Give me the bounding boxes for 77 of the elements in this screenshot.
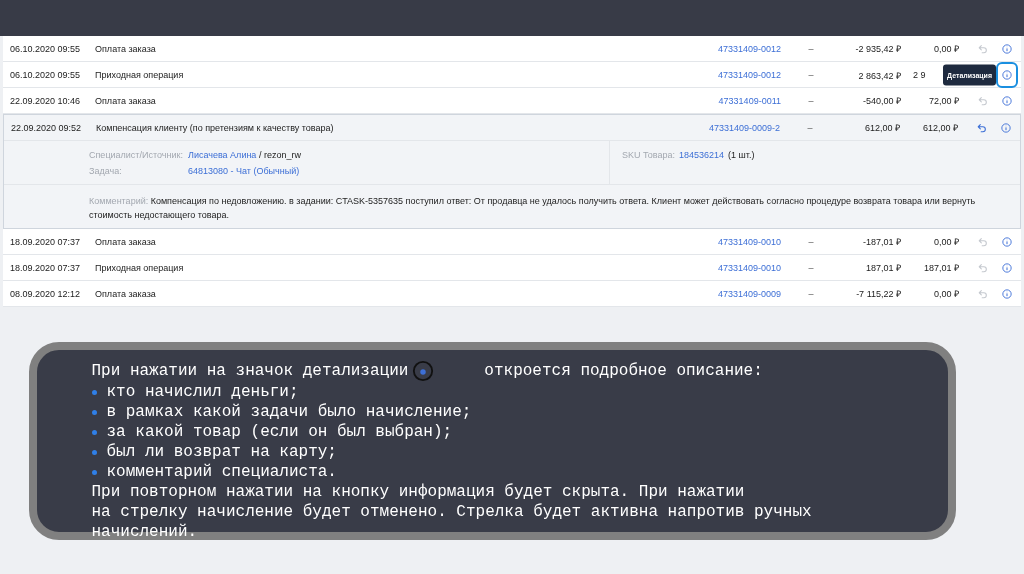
date-cell-text: 06.10.2020 09:55 — [10, 70, 82, 80]
undo-arrow-icon[interactable] — [978, 262, 988, 273]
operation-cell-text: Компенсация клиенту (по претензиям к качеству товара) — [96, 122, 335, 133]
bullet-icon — [91, 389, 97, 395]
field-label: Специалист/Источник: — [89, 149, 184, 160]
undo-arrow-icon[interactable] — [978, 95, 988, 106]
dash-cell-text: – — [806, 122, 814, 133]
bullet-icon — [91, 429, 97, 435]
info-icon — [1001, 122, 1011, 133]
undo-arrow-icon[interactable] — [977, 122, 987, 133]
amount-cell-text: -7 115,22 ₽ — [855, 288, 902, 300]
order-link[interactable]: 47331409-0010 — [661, 262, 791, 273]
dash-cell-text: – — [807, 43, 815, 54]
info-icon — [1002, 95, 1012, 106]
bullet-text: кто начислил деньги; — [106, 382, 299, 402]
dash-cell-text: – — [807, 262, 815, 273]
dash-cell-text: – — [807, 288, 815, 299]
date-cell-text: 18.09.2020 07:37 — [10, 236, 82, 247]
bullet-text: комментарий специалиста. — [106, 462, 337, 482]
operation-cell-text: Оплата заказа — [95, 236, 157, 247]
undo-arrow-icon[interactable] — [978, 43, 988, 54]
operation-cell-text: Оплата заказа — [95, 288, 157, 299]
bullet-text: был ли возврат на карту; — [106, 442, 337, 462]
balance-cell-text: 0,00 ₽ — [932, 236, 960, 248]
note-text: откроется подробное описание: — [484, 361, 763, 381]
info-icon — [1002, 288, 1012, 299]
balance-cell-text: 72,00 ₽ — [927, 95, 960, 107]
info-icon — [1002, 236, 1012, 247]
amount-cell-text: -540,00 ₽ — [861, 95, 902, 107]
sku-link[interactable]: 184536214 — [679, 150, 725, 160]
dash-cell-text: – — [807, 236, 815, 247]
dash-cell-text: – — [807, 70, 815, 80]
operation-cell-text: Оплата заказа — [95, 43, 157, 54]
bullet-text: за какой товар (если он был выбран); — [106, 422, 453, 442]
field-value: Лисачева Алина / rezon_rw — [188, 149, 302, 160]
date-cell-text: 06.10.2020 09:55 — [10, 43, 82, 54]
order-link[interactable]: 47331409-0012 — [661, 43, 791, 54]
operation-cell-text: Оплата заказа — [95, 95, 157, 106]
order-link[interactable]: 47331409-0012 — [661, 70, 791, 80]
amount-cell-text: 2 863,42 ₽ — [857, 69, 902, 82]
bullet-icon — [91, 449, 97, 455]
amount-cell-text: 187,01 ₽ — [864, 262, 902, 274]
order-link[interactable]: 47331409-0009-2 — [660, 122, 790, 133]
bullet-icon — [91, 409, 97, 415]
task-link[interactable]: 64813080 - Чат (Обычный) — [188, 165, 609, 176]
amount-cell-text: -2 935,42 ₽ — [854, 43, 902, 55]
amount-cell-text: 612,00 ₽ — [863, 122, 901, 134]
order-link[interactable]: 47331409-0010 — [661, 236, 791, 247]
field-label: SKU Товара: — [622, 150, 675, 160]
info-icon — [1002, 43, 1012, 54]
balance-cell-text: 187,01 ₽ — [922, 262, 960, 274]
date-cell-text: 22.09.2020 10:46 — [10, 95, 82, 106]
note-paragraph: При повторном нажатии на кнопку информация будет скрыта. При нажатии на стрелку начисление будет отменено. Стрелка будет активна напротив ручных начислений. — [91, 482, 813, 542]
field-label: Задача: — [89, 165, 123, 176]
date-cell-text: 18.09.2020 07:37 — [10, 262, 82, 273]
order-link[interactable]: 47331409-0009 — [661, 288, 791, 299]
balance-cell-text: 0,00 ₽ — [932, 43, 960, 55]
date-cell-text: 08.09.2020 12:12 — [10, 288, 82, 299]
info-icon — [1002, 70, 1012, 80]
amount-cell-text: -187,01 ₽ — [861, 236, 902, 248]
date-cell-text: 22.09.2020 09:52 — [11, 122, 83, 133]
undo-arrow-icon[interactable] — [978, 236, 988, 247]
note-text: При нажатии на значок детализации — [91, 361, 409, 381]
undo-arrow-icon[interactable] — [978, 288, 988, 299]
order-link[interactable]: 47331409-0011 — [661, 95, 791, 106]
info-icon — [1002, 262, 1012, 273]
info-button[interactable] — [996, 62, 1018, 88]
dash-cell-text: – — [807, 95, 815, 106]
comment-text: Комментарий: Компенсация по недовложению. в задании: CTASK-5357635 поступил ответ: От продавца не удалось получить ответа. Клиент может действовать согласно процедуре возврата товара или вернуть стоимость недостающего товара. — [89, 195, 977, 222]
operation-cell-text: Приходная операция — [95, 70, 185, 80]
balance-cell-text: 612,00 ₽ — [921, 122, 959, 134]
field-value: (1 шт.) — [728, 150, 755, 160]
balance-cell-text: 0,00 ₽ — [932, 288, 960, 300]
operation-cell-text: Приходная операция — [95, 262, 185, 273]
info-icon — [412, 360, 435, 382]
bullet-icon — [91, 469, 97, 475]
bullet-text: в рамках какой задачи было начисление; — [106, 402, 472, 422]
